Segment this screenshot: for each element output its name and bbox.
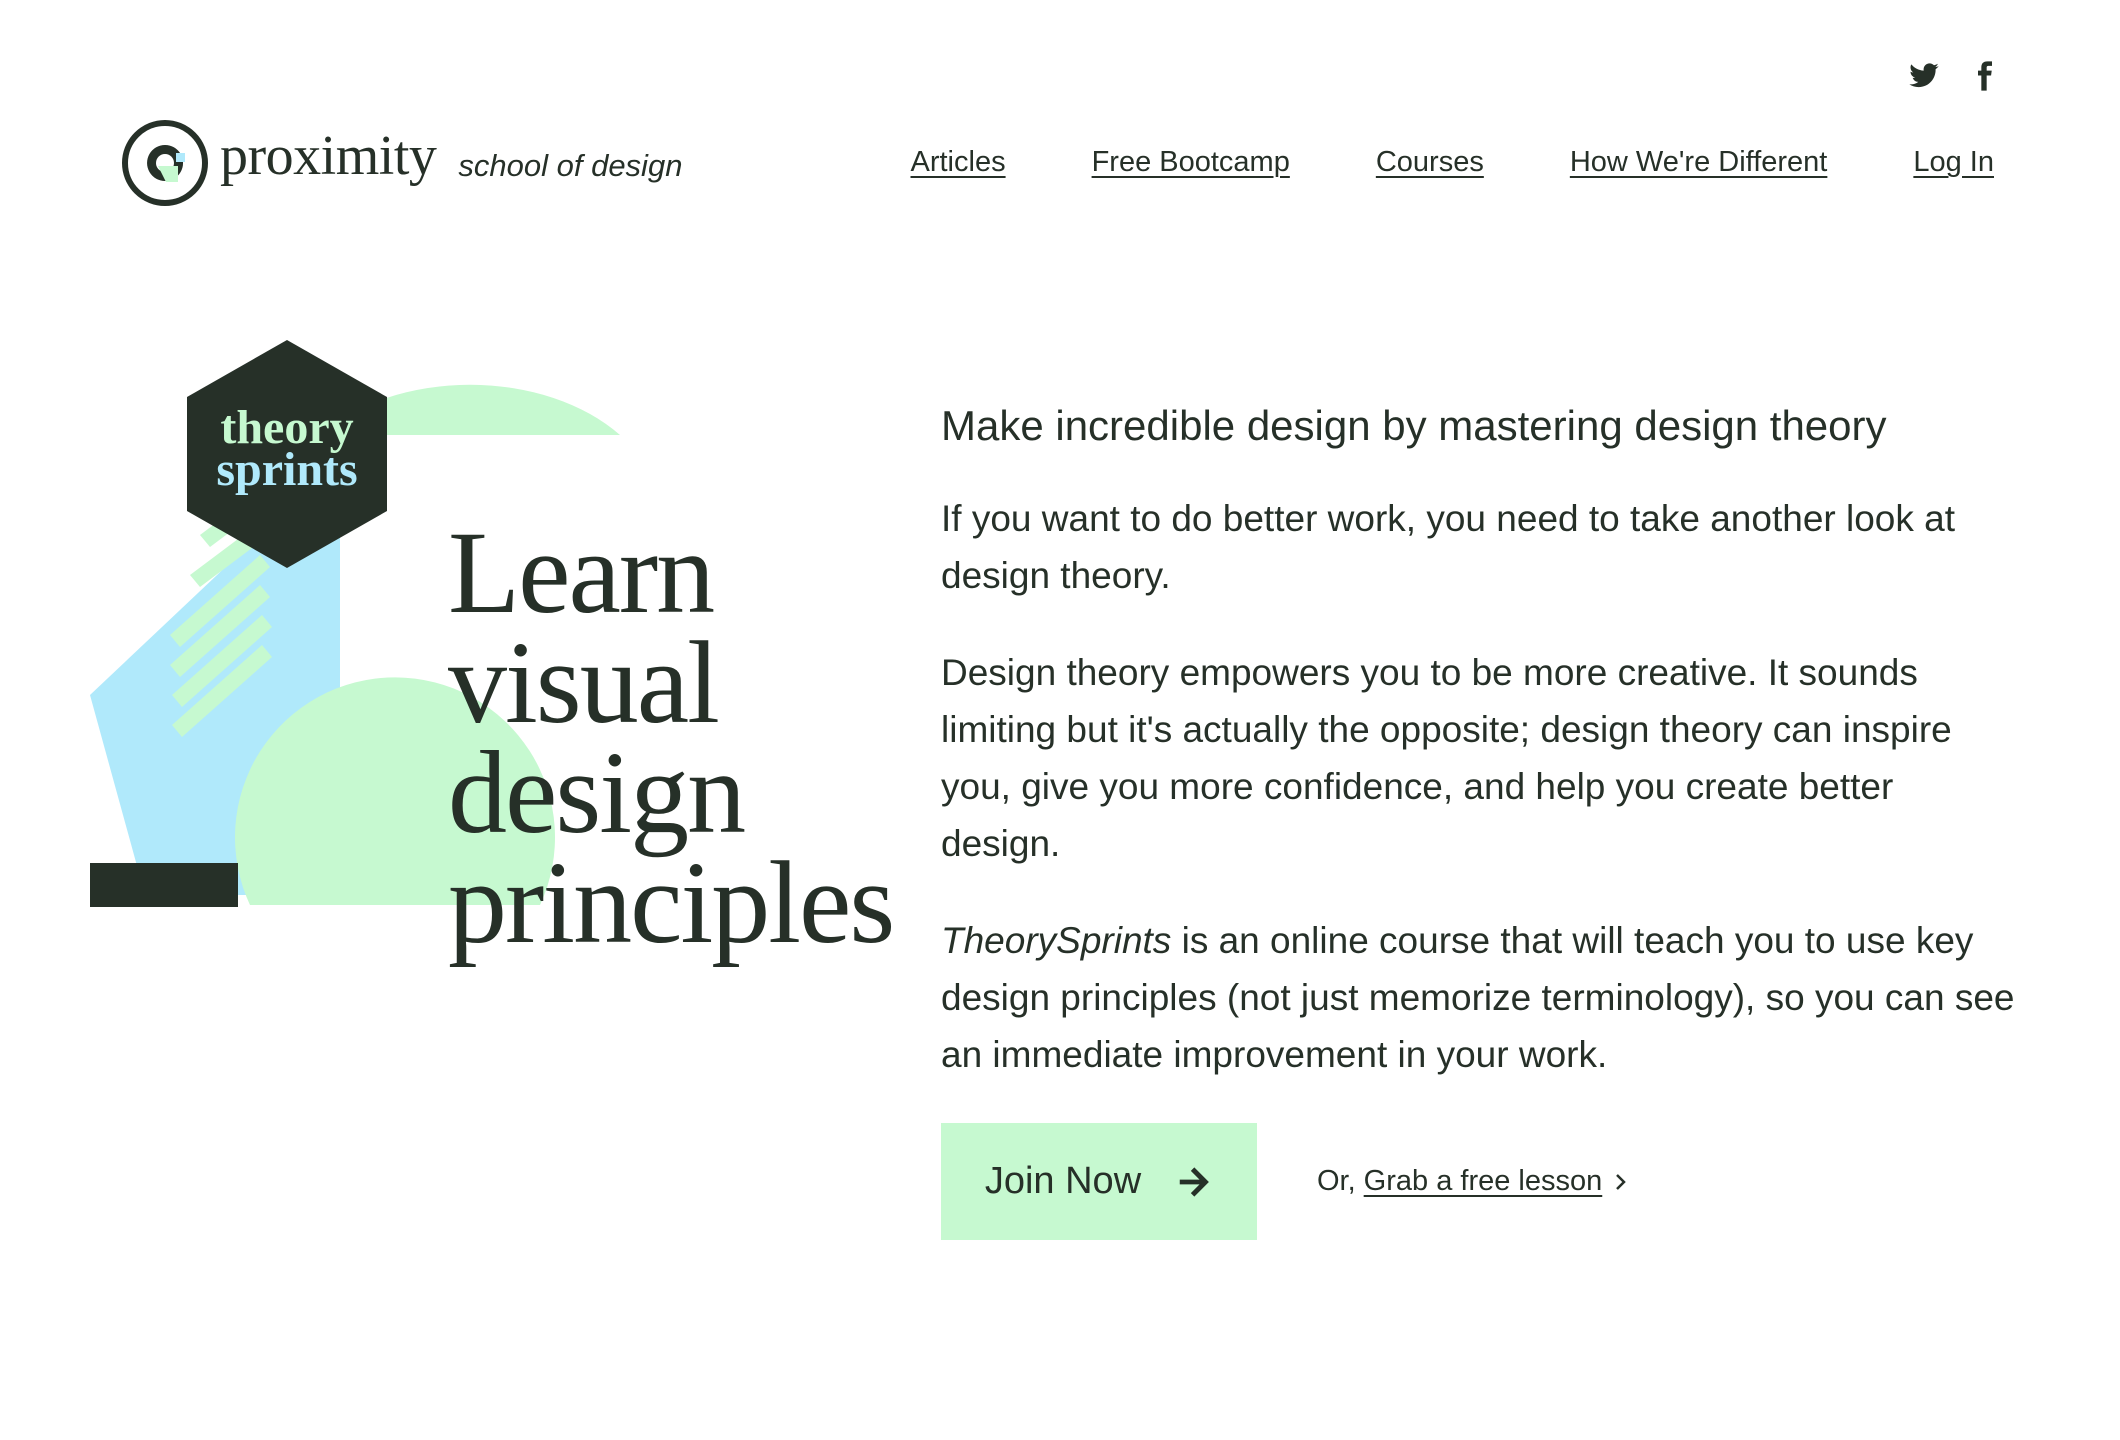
hero-title-line: principles (448, 837, 895, 968)
dark-bar-shape (90, 863, 238, 907)
free-lesson-row: Or, Grab a free lesson (1317, 1165, 1628, 1198)
cta-row: Join Now Or, Grab a free lesson (941, 1123, 2021, 1240)
twitter-icon[interactable] (1908, 60, 1940, 92)
main-nav: Articles Free Bootcamp Courses How We're… (911, 146, 1995, 179)
arrow-right-icon (1179, 1166, 1210, 1197)
proximity-logo-icon (122, 120, 208, 206)
hero-title-line: Learn (448, 507, 715, 638)
page: proximity school of design Articles Free… (0, 0, 2120, 1440)
brand-tagline: school of design (458, 148, 683, 183)
intro-paragraph-1: If you want to do better work, you need … (941, 498, 1956, 596)
badge-line-2: sprints (216, 443, 357, 496)
nav-how-were-different[interactable]: How We're Different (1570, 146, 1828, 179)
nav-articles[interactable]: Articles (911, 146, 1006, 179)
lead-heading: Make incredible design by mastering desi… (941, 402, 1887, 449)
nav-courses[interactable]: Courses (1376, 146, 1484, 179)
intro-content: Make incredible design by mastering desi… (941, 398, 2021, 1240)
brand-name: proximity (220, 125, 437, 187)
facebook-icon[interactable] (1968, 60, 2000, 92)
hero-title: Learn visual design principles (448, 507, 895, 968)
chevron-right-icon (1616, 1173, 1627, 1190)
hero-title-line: visual (448, 617, 720, 748)
hero-title-line: design (448, 727, 746, 858)
join-now-label: Join Now (984, 1160, 1142, 1202)
intro-paragraph-2: Design theory empowers you to be more cr… (941, 652, 1952, 864)
join-now-button[interactable]: Join Now (941, 1123, 1257, 1240)
or-label: Or, (1317, 1165, 1356, 1197)
social-links (1908, 60, 2000, 92)
brand-logo[interactable]: proximity school of design (120, 118, 682, 208)
intro-paragraph-3: TheorySprints is an online course that w… (941, 912, 2021, 1083)
free-lesson-link[interactable]: Grab a free lesson (1364, 1165, 1603, 1198)
course-name: TheorySprints (941, 920, 1172, 961)
nav-free-bootcamp[interactable]: Free Bootcamp (1092, 146, 1290, 179)
nav-log-in[interactable]: Log In (1913, 146, 1994, 179)
